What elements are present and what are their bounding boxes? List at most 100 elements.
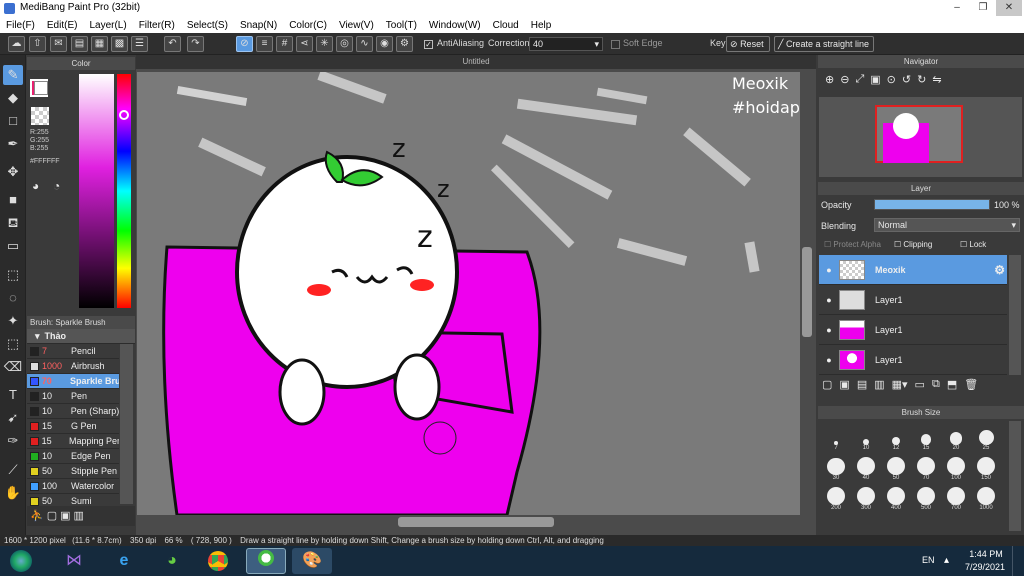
fill-rect-tool-icon[interactable]: ■ bbox=[3, 190, 23, 210]
move-tool-icon[interactable]: ✥ bbox=[3, 162, 23, 182]
background-color-swatch[interactable] bbox=[34, 81, 48, 95]
lock-option[interactable]: ☐ Lock bbox=[960, 240, 986, 249]
brush-item[interactable]: 10 Pen bbox=[27, 389, 119, 404]
cross-snap-icon[interactable]: # bbox=[276, 36, 293, 52]
brush-tool-icon[interactable]: ✎ bbox=[3, 65, 23, 85]
brush-item[interactable]: 15 G Pen bbox=[27, 419, 119, 434]
soft-edge-checkbox[interactable] bbox=[611, 40, 620, 49]
brush-item[interactable]: 50 Stipple Pen bbox=[27, 464, 119, 479]
layer-scrollbar[interactable] bbox=[1009, 255, 1021, 375]
select-eraser-icon[interactable]: ⌫ bbox=[3, 357, 23, 377]
visual-studio-icon[interactable]: ⋈ bbox=[56, 548, 92, 574]
menu-file[interactable]: File(F) bbox=[0, 20, 41, 31]
brush-size-cell[interactable]: 25 bbox=[971, 421, 1001, 451]
list-icon[interactable]: ☰ bbox=[131, 36, 148, 52]
brush-size-cell[interactable]: 70 bbox=[911, 451, 941, 481]
brush-item[interactable]: 10 Pen (Sharp) bbox=[27, 404, 119, 419]
paint-icon[interactable]: 🎨 bbox=[292, 548, 332, 574]
menu-edit[interactable]: Edit(E) bbox=[41, 20, 84, 31]
document-icon[interactable]: ▦ bbox=[91, 36, 108, 52]
text-tool-icon[interactable]: T bbox=[3, 385, 23, 405]
menu-cloud[interactable]: Cloud bbox=[487, 20, 525, 31]
vanish-snap-icon[interactable]: ⋖ bbox=[296, 36, 313, 52]
antialiasing-checkbox[interactable]: ✓ bbox=[424, 40, 433, 49]
correction-select[interactable]: 40 ▾ bbox=[529, 37, 603, 51]
horizontal-scrollbar[interactable] bbox=[398, 517, 554, 527]
zoom-in-icon[interactable]: ⊕ bbox=[825, 73, 834, 95]
visibility-icon[interactable]: ● bbox=[819, 325, 839, 335]
brush-size-cell[interactable]: 40 bbox=[851, 451, 881, 481]
dot-tool-icon[interactable]: □ bbox=[3, 111, 23, 131]
visibility-icon[interactable]: ● bbox=[819, 355, 839, 365]
zoom-icon[interactable]: ⊙ bbox=[887, 73, 896, 95]
clipping-option[interactable]: ☐ Clipping bbox=[894, 240, 932, 249]
eraser-tool-icon[interactable]: ◆ bbox=[3, 88, 23, 108]
menu-layer[interactable]: Layer(L) bbox=[83, 20, 132, 31]
lasso-icon[interactable]: ◌ bbox=[3, 288, 23, 308]
cloud-icon[interactable]: ☁ bbox=[8, 36, 25, 52]
brush-size-cell[interactable]: 200 bbox=[821, 481, 851, 511]
circle-snap-icon[interactable]: ◎ bbox=[336, 36, 353, 52]
select-rect-icon[interactable]: ⬚ bbox=[3, 265, 23, 285]
brush-size-cell[interactable]: 10 bbox=[851, 421, 881, 451]
blending-select[interactable]: Normal ▾ bbox=[874, 218, 1020, 232]
layer-row[interactable]: ● Layer1 bbox=[819, 345, 1007, 375]
brush-item[interactable]: 100 Watercolor bbox=[27, 479, 119, 494]
brush-list-scrollbar[interactable] bbox=[120, 344, 133, 504]
internet-explorer-icon[interactable]: e bbox=[106, 548, 142, 574]
brush-item[interactable]: 15 Mapping Pen bbox=[27, 434, 119, 449]
brush-size-cell[interactable]: 15 bbox=[911, 421, 941, 451]
reset-button[interactable]: ⊘ Reset bbox=[726, 36, 770, 52]
brush-size-cell[interactable]: 300 bbox=[851, 481, 881, 511]
clock-date[interactable]: 7/29/2021 bbox=[963, 562, 1007, 572]
rotate-left-icon[interactable]: ↺ bbox=[902, 73, 911, 95]
canvas-tab[interactable]: Untitled bbox=[136, 55, 816, 69]
brush-item[interactable]: 7 Pencil bbox=[27, 344, 119, 359]
brush-size-cell[interactable]: 30 bbox=[821, 451, 851, 481]
brush-item[interactable]: 70 Sparkle Bru bbox=[27, 374, 119, 389]
redo-icon[interactable]: ↷ bbox=[187, 36, 204, 52]
layer-menu-icon[interactable]: ▦▾ bbox=[892, 378, 908, 396]
magic-wand-icon[interactable]: ✦ bbox=[3, 311, 23, 331]
brush-size-cell[interactable]: 12 bbox=[881, 421, 911, 451]
navigator-viewport[interactable] bbox=[875, 105, 963, 163]
clock-time[interactable]: 1:44 PM bbox=[968, 549, 1004, 559]
operation-tool-icon[interactable]: ➹ bbox=[3, 408, 23, 428]
menu-snap[interactable]: Snap(N) bbox=[234, 20, 283, 31]
menu-view[interactable]: View(V) bbox=[333, 20, 380, 31]
language-indicator[interactable]: EN bbox=[922, 555, 935, 565]
layer-row[interactable]: ● Meoxik ⚙ bbox=[819, 255, 1007, 285]
layer-row[interactable]: ● Layer1 bbox=[819, 285, 1007, 315]
add-brush-icon[interactable]: ▢ bbox=[47, 509, 57, 523]
snap-off-icon[interactable]: ⊘ bbox=[236, 36, 253, 52]
folder-icon[interactable]: ▭ bbox=[915, 378, 925, 396]
brush-size-scrollbar[interactable] bbox=[1009, 421, 1021, 531]
new-halftone-layer-icon[interactable]: ▣ bbox=[839, 378, 849, 396]
brush-size-cell[interactable]: 1000 bbox=[971, 481, 1001, 511]
close-button[interactable]: ✕ bbox=[996, 0, 1022, 16]
maximize-button[interactable]: ❐ bbox=[970, 0, 996, 16]
visibility-icon[interactable]: ● bbox=[819, 295, 839, 305]
brush-size-cell[interactable]: 700 bbox=[941, 481, 971, 511]
brush-item[interactable]: 10 Edge Pen bbox=[27, 449, 119, 464]
hand-tool-icon[interactable]: ✋ bbox=[3, 483, 23, 503]
medibang-taskbar-icon[interactable] bbox=[246, 548, 286, 574]
brush-item[interactable]: 1000 Airbrush bbox=[27, 359, 119, 374]
palette-settings-icon[interactable]: ◔ bbox=[53, 179, 60, 193]
new-8bit-layer-icon[interactable]: ▤ bbox=[857, 378, 867, 396]
snap-settings-icon[interactable]: ⚙ bbox=[396, 36, 413, 52]
share-icon[interactable]: ⇧ bbox=[29, 36, 46, 52]
menu-window[interactable]: Window(W) bbox=[423, 20, 487, 31]
gear-icon[interactable]: ⚙ bbox=[994, 263, 1005, 277]
chrome-icon[interactable] bbox=[200, 548, 236, 574]
new-1bit-layer-icon[interactable]: ▥ bbox=[874, 378, 884, 396]
new-layer-icon[interactable]: ▢ bbox=[822, 378, 832, 396]
radial-snap-icon[interactable]: ✳ bbox=[316, 36, 333, 52]
actual-size-icon[interactable]: ▣ bbox=[870, 73, 880, 95]
start-button[interactable] bbox=[2, 548, 40, 574]
flip-icon[interactable]: ⇋ bbox=[932, 73, 941, 95]
navigator-preview[interactable] bbox=[819, 97, 1022, 177]
divide-tool-icon[interactable]: ⟋ bbox=[3, 460, 23, 480]
minimize-button[interactable]: – bbox=[944, 0, 970, 16]
brush-folder-icon[interactable]: ▥ bbox=[74, 509, 84, 523]
